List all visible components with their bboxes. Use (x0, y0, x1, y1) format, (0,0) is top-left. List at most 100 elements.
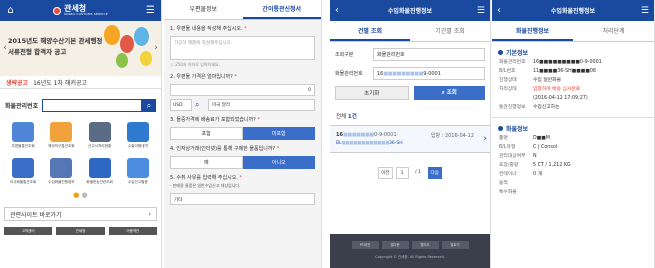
cargo-number-input[interactable]: 16■■■■■■■■■9-0001 (373, 67, 485, 80)
service-tile[interactable]: 신고서처리현황 (81, 122, 119, 149)
logo[interactable]: 관세청 KOREA CUSTOMS SERVICE (53, 5, 108, 16)
home-icon[interactable]: ⌂ (4, 4, 17, 17)
cargo-info-list: 품명 D■■M B/L유형 C | Consol 관리대상여부 N 포장/중량 5 CT / … (492, 136, 654, 196)
service-label: 해외직구통관조회 (48, 144, 75, 148)
page-total: / 1 (415, 170, 421, 175)
price-input[interactable]: 0 (170, 84, 315, 96)
tab-clearance-application[interactable]: 간이통관신청서 (242, 0, 321, 19)
service-tile[interactable]: 수입화물진행정보 (42, 158, 80, 185)
service-icon (50, 122, 73, 142)
info-key: 포장/중량 (499, 163, 519, 168)
footer-link[interactable]: 이용약관 (108, 227, 157, 235)
top-bar: ⌂ 관세청 KOREA CUSTOMS SERVICE ☰ (0, 0, 161, 21)
menu-icon[interactable]: ☰ (477, 6, 485, 16)
balloon-icon (116, 53, 128, 68)
search-icon[interactable]: ⌕ (195, 99, 205, 111)
shipping-included-button[interactable]: 포함 (170, 127, 243, 140)
menu-icon[interactable]: ☰ (144, 4, 157, 17)
balloon-icon (134, 27, 149, 46)
tab-period-search[interactable]: 기간별 조회 (410, 21, 490, 41)
header: ‹ 수입화물진행정보 ☰ (492, 0, 654, 21)
service-tile[interactable]: 수입신고필증 (119, 158, 157, 185)
search-type-row: 조회구분 화물관리번호 (330, 48, 490, 61)
tab-single-search[interactable]: 건별 조회 (330, 21, 410, 41)
info-row: B/L유형 C | Consol (492, 145, 654, 151)
question-2: 2. 우편물 가격은 얼마입니까? * 0 USD ⌕ 미국 달러 (164, 68, 321, 111)
footer-link[interactable]: 멀트기 (441, 241, 469, 249)
info-value: 수입 일반화물 (533, 78, 562, 83)
cargo-number-row: 화물관리번호 16■■■■■■■■■9-0001 (330, 67, 490, 80)
info-value: (2016-04-12 17:09:27) (533, 96, 588, 101)
service-tile[interactable]: 화물운송관련조회 (81, 158, 119, 185)
shipping-excluded-button[interactable]: 미포함 (242, 127, 315, 140)
service-tile[interactable]: 이사화물통관조회 (4, 158, 42, 185)
service-label: 수출이행내역 (127, 144, 148, 148)
bullet-icon (498, 126, 503, 131)
tab-processing-steps[interactable]: 처리단계 (573, 21, 654, 41)
chevron-right-icon: › (483, 134, 487, 144)
ecommerce-no-button[interactable]: 아니오 (242, 156, 315, 169)
chevron-right-icon: › (148, 210, 151, 218)
related-sites-dropdown[interactable]: 관련사이트 바로가기 › (4, 207, 157, 221)
info-row: 포장/중량 5 CT / 1,212 KG (492, 163, 654, 169)
logo-subtitle: KOREA CUSTOMS SERVICE (64, 12, 108, 16)
service-label: 이사화물통관조회 (9, 180, 37, 184)
page-number[interactable]: 1 (395, 167, 409, 179)
question-5: 5. 수취 사유를 입력해 주십시오. * - 판매용 물품은 일반수입신고 대… (164, 169, 321, 205)
tab-cargo-progress[interactable]: 화물진행정보 (492, 21, 573, 41)
info-value: 16■■■■■■■■■0-9-0001 (533, 60, 602, 65)
banner-prev-icon[interactable]: ‹ (1, 43, 9, 53)
service-icon (126, 158, 149, 178)
promo-banner[interactable]: 2015년도 해양수산기본 관세행정 서류전형 합격자 공고 ‹ › (0, 21, 161, 76)
info-row: (2016-04-12 17:09:27) (492, 96, 654, 102)
footer-link[interactable]: 앱다운 (381, 241, 409, 249)
info-key: 특수화물 (499, 190, 517, 195)
banner-next-icon[interactable]: › (152, 43, 160, 53)
search-button[interactable]: ⌕ 조회 (413, 86, 485, 100)
info-key: B/L번호 (499, 69, 516, 74)
menu-icon[interactable]: ☰ (641, 6, 649, 16)
ecommerce-yes-button[interactable]: 예 (170, 156, 243, 169)
prev-page-button[interactable]: 이전 (378, 167, 393, 179)
currency-select[interactable]: USD (170, 99, 192, 111)
question-1: 1. 우편물 내용을 작성해 주십시오. * 가공하 제품에 작성해주십시오. … (164, 20, 321, 68)
info-key (499, 96, 533, 102)
footer-link[interactable]: 관세청 (56, 227, 105, 235)
notice-bar[interactable]: 생략공고 16년도 1차 해커공고 (0, 76, 161, 89)
result-item[interactable]: 16■■■■■■■0-9-0001 입항 : 2016-04-12 BL■■■■… (330, 126, 490, 153)
search-icon[interactable]: ⌕ (142, 98, 156, 112)
info-key: 관리대상여부 (499, 154, 526, 159)
banner-subtitle: 서류전형 합격자 공고 (8, 48, 67, 56)
logo-text: 관세청 (64, 4, 87, 13)
footer-link[interactable]: PC버전 (351, 241, 379, 249)
next-page-button[interactable]: 다음 (427, 167, 442, 179)
tab-mail-info[interactable]: 우편물정보 (164, 0, 243, 19)
back-icon[interactable]: ‹ (335, 5, 339, 16)
info-row: 통관진행정보 수입신고하는 (492, 105, 654, 111)
service-tile[interactable]: 수출이행내역 (119, 122, 157, 149)
info-key: 진행상태 (499, 78, 517, 83)
footer-link[interactable]: 고객센터 (4, 227, 53, 235)
search-icon: ⌕ (441, 90, 445, 96)
info-value: 11■■■■36-SH■■■■08 (533, 69, 596, 74)
info-row: 컨테이너 0 개 (492, 172, 654, 178)
contents-textarea[interactable]: 가공하 제품에 작성해주십시오. (170, 36, 315, 60)
reset-button[interactable]: 초기화 (335, 86, 409, 100)
related-sites-label: 관련사이트 바로가기 (10, 211, 62, 219)
service-grid: 우편물통관조회 해외직구통관조회 신고서처리현황 수출이행내역이사화물통관조회 수입화물… (0, 116, 161, 185)
service-label: 수입화물진행정보 (48, 180, 75, 184)
cargo-label: 화물관리번호 (5, 102, 39, 110)
footer-link[interactable]: 웹지도 (411, 241, 439, 249)
header: ‹ 수입화물진행정보 ☰ (330, 0, 490, 21)
back-icon[interactable]: ‹ (497, 5, 501, 16)
info-row: 특수화물 (492, 190, 654, 196)
copyright: Copyright © 관세청. All Rights Reserved. (375, 255, 445, 259)
clearance-form-screen: 우편물정보 간이통관신청서 1. 우편물 내용을 작성해 주십시오. * 가공하… (164, 0, 322, 268)
reason-select[interactable]: 기타 (170, 193, 315, 205)
cargo-number-input[interactable] (42, 98, 142, 112)
search-type-select[interactable]: 화물관리번호 (373, 48, 485, 61)
service-icon (12, 158, 35, 178)
service-tile[interactable]: 우편물통관조회 (4, 122, 42, 149)
info-key: 품명 (499, 136, 508, 141)
service-tile[interactable]: 해외직구통관조회 (42, 122, 80, 149)
